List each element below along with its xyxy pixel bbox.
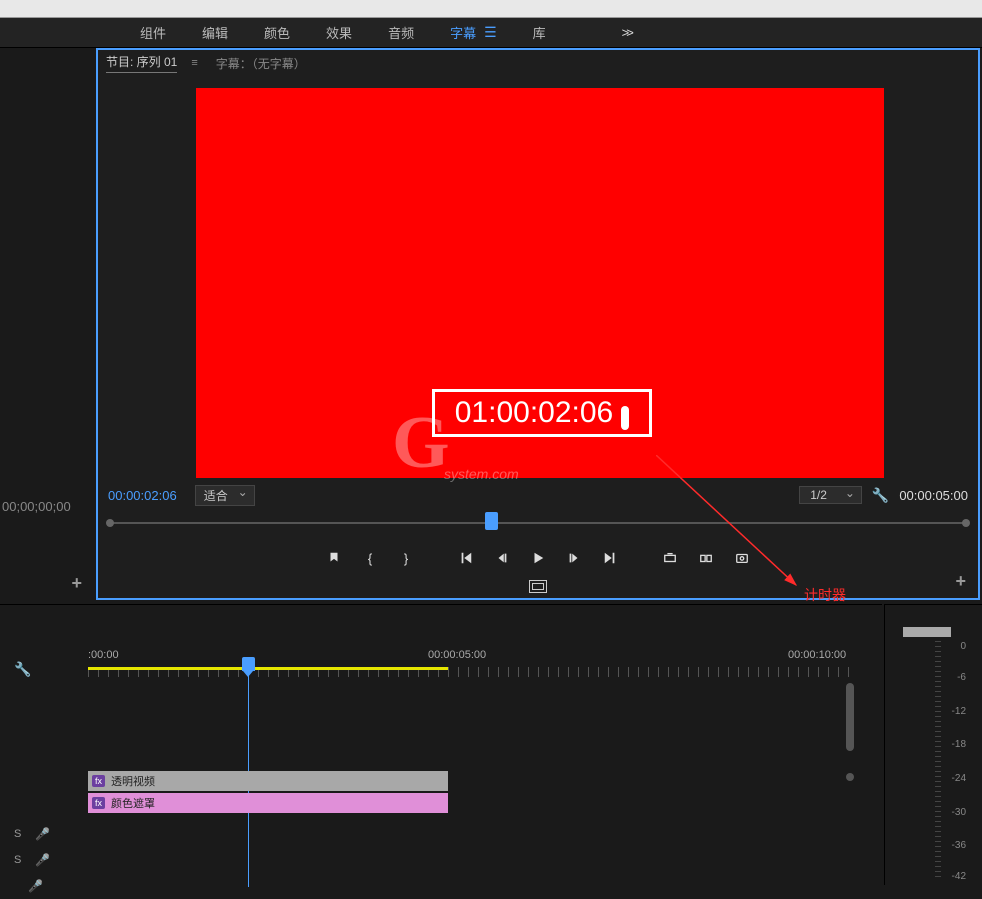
- tab-editing[interactable]: 编辑: [202, 23, 228, 42]
- ruler-tick-2: 00:00:10:00: [788, 649, 846, 661]
- meter-label: -24: [952, 773, 966, 784]
- settings-wrench-icon[interactable]: 🔧: [872, 487, 889, 504]
- audio-row-2[interactable]: S 🎤: [0, 847, 88, 873]
- meter-label: -30: [952, 807, 966, 818]
- safe-margins-icon[interactable]: [529, 580, 547, 593]
- meter-label: -36: [952, 840, 966, 851]
- timeline-panel: 🔧 :00:00 00:00:05:00 00:00:10:00 fx 透明视频…: [0, 604, 882, 885]
- source-timecode: 00;00;00;00: [2, 499, 71, 514]
- meter-label: -12: [952, 706, 966, 717]
- timecode-overlay-value: 01:00:02:06: [455, 396, 613, 429]
- caption-track-label[interactable]: 字幕：（无字幕）: [216, 55, 306, 72]
- tab-effects[interactable]: 效果: [326, 23, 352, 42]
- zoom-fit-dropdown[interactable]: 适合: [195, 485, 255, 506]
- tab-library[interactable]: 库: [533, 23, 546, 42]
- meter-header: [903, 627, 951, 637]
- more-tabs-icon[interactable]: >>: [622, 25, 631, 40]
- scrollbar-end-icon: [846, 773, 854, 781]
- program-title[interactable]: 节目: 序列 01: [106, 53, 177, 73]
- vertical-scrollbar[interactable]: [846, 683, 854, 751]
- voiceover-icon[interactable]: 🎤: [35, 853, 50, 867]
- scrub-end-dot: [962, 519, 970, 527]
- program-monitor-panel: 节目: 序列 01 ≡ 字幕：（无字幕） G system.com 01:00:…: [96, 48, 980, 600]
- meter-label: -18: [952, 739, 966, 750]
- workspace-tabs: 组件 编辑 颜色 效果 音频 字幕 ☰ 库 >>: [0, 18, 982, 48]
- scrub-bar[interactable]: [108, 512, 968, 532]
- annotation-label: 计时器: [804, 585, 846, 605]
- timeline-ruler[interactable]: :00:00 00:00:05:00 00:00:10:00: [88, 645, 858, 681]
- scrub-playhead[interactable]: [485, 512, 498, 530]
- step-forward-button[interactable]: [564, 548, 584, 568]
- program-viewer[interactable]: G system.com 01:00:02:06: [196, 88, 884, 478]
- voiceover-icon[interactable]: 🎤: [35, 827, 50, 841]
- source-panel: 00;00;00;00 +: [0, 48, 94, 600]
- ruler-tick-1: 00:00:05:00: [428, 649, 486, 661]
- duration-timecode: 00:00:05:00: [899, 488, 968, 503]
- audio-meter-panel: 0 -6 -12 -18 -24 -30 -36 -42: [884, 604, 982, 885]
- mark-in-button[interactable]: {: [360, 548, 380, 568]
- play-button[interactable]: [528, 548, 548, 568]
- clip-name: 透明视频: [111, 773, 155, 789]
- lift-button[interactable]: [660, 548, 680, 568]
- meter-label: 0: [960, 641, 966, 652]
- fx-badge: fx: [92, 775, 105, 787]
- solo-button[interactable]: S: [14, 854, 21, 866]
- transport-controls: { }: [98, 544, 978, 572]
- cursor-indicator: [621, 406, 629, 430]
- active-tab-indicator: ☰: [484, 24, 497, 41]
- program-info-row: 00:00:02:06 适合 1/2 🔧 00:00:05:00: [108, 484, 968, 506]
- video-clip-1[interactable]: fx 透明视频: [88, 771, 448, 791]
- solo-button[interactable]: S: [14, 828, 21, 840]
- timeline-settings-icon[interactable]: 🔧: [14, 661, 31, 678]
- go-to-in-button[interactable]: [456, 548, 476, 568]
- window-chrome: [0, 0, 982, 18]
- audio-row-1[interactable]: S 🎤: [0, 821, 88, 847]
- scrub-track: [108, 522, 968, 524]
- tab-assembly[interactable]: 组件: [140, 23, 166, 42]
- scrub-start-dot: [106, 519, 114, 527]
- resolution-dropdown[interactable]: 1/2: [799, 486, 862, 504]
- export-frame-button[interactable]: [732, 548, 752, 568]
- go-to-out-button[interactable]: [600, 548, 620, 568]
- timecode-overlay: 01:00:02:06: [432, 389, 652, 438]
- tab-captions[interactable]: 字幕: [450, 23, 476, 42]
- current-timecode[interactable]: 00:00:02:06: [108, 488, 177, 503]
- work-area-bar[interactable]: [88, 667, 448, 670]
- audio-track-headers: S 🎤 S 🎤 🎤: [0, 821, 88, 899]
- video-clip-2[interactable]: fx 颜色遮罩: [88, 793, 448, 813]
- panel-menu-icon[interactable]: ≡: [191, 57, 197, 69]
- program-bottom-row: [98, 574, 978, 598]
- mark-out-button[interactable]: }: [396, 548, 416, 568]
- tab-audio[interactable]: 音频: [388, 23, 414, 42]
- ruler-tick-0: :00:00: [88, 649, 119, 661]
- voiceover-icon[interactable]: 🎤: [28, 879, 43, 893]
- meter-label: -6: [957, 672, 966, 683]
- step-back-button[interactable]: [492, 548, 512, 568]
- extract-button[interactable]: [696, 548, 716, 568]
- add-panel-button[interactable]: +: [71, 573, 82, 594]
- add-marker-button[interactable]: [324, 548, 344, 568]
- fx-badge: fx: [92, 797, 105, 809]
- add-button-right[interactable]: +: [955, 571, 966, 592]
- watermark-text: system.com: [444, 466, 519, 482]
- clip-name: 颜色遮罩: [111, 795, 155, 811]
- meter-scale: 0 -6 -12 -18 -24 -30 -36 -42: [936, 641, 966, 881]
- program-header: 节目: 序列 01 ≡ 字幕：（无字幕）: [98, 50, 978, 76]
- tab-color[interactable]: 颜色: [264, 23, 290, 42]
- meter-label: -42: [952, 871, 966, 882]
- audio-row-3[interactable]: 🎤: [0, 873, 88, 899]
